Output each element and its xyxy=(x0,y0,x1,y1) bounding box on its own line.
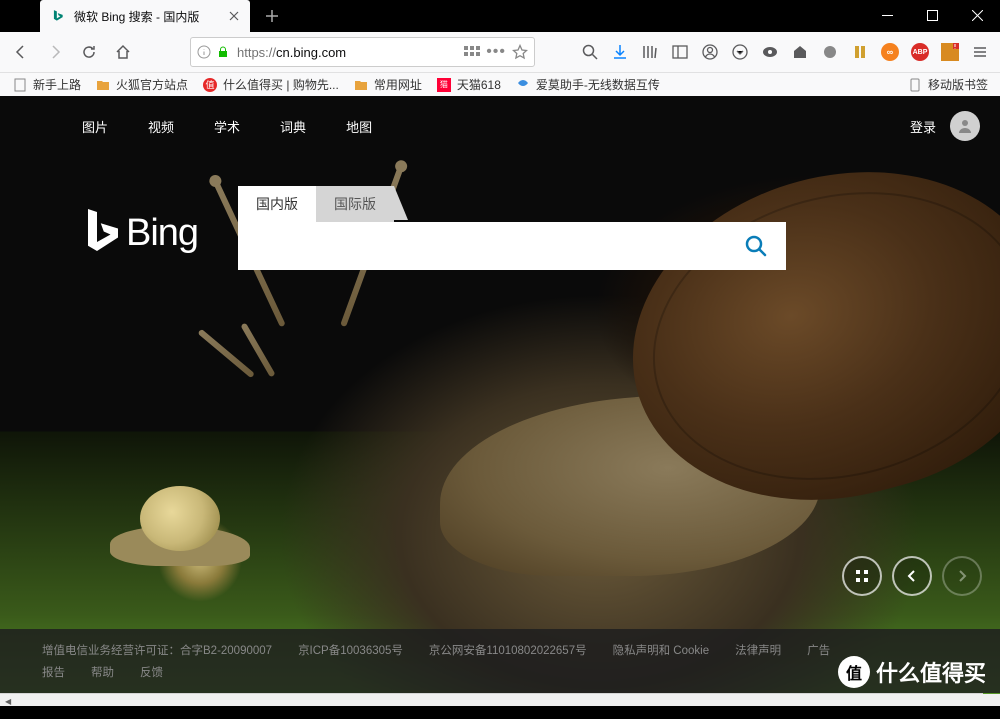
close-window-button[interactable] xyxy=(955,0,1000,30)
lock-icon xyxy=(217,46,229,58)
bookmark-star-icon[interactable] xyxy=(512,44,528,60)
footer-link[interactable]: 京ICP备10036305号 xyxy=(298,642,403,658)
reader-icon[interactable] xyxy=(464,46,480,58)
search-area: 国内版 国际版 xyxy=(238,186,786,270)
horizontal-scrollbar[interactable]: ◀ ▶ xyxy=(0,693,983,706)
page-icon xyxy=(12,77,28,93)
footer-link[interactable]: 隐私声明和 Cookie xyxy=(613,642,710,658)
page-actions-icon[interactable]: ••• xyxy=(486,43,506,61)
bookmark-item[interactable]: 值什么值得买 | 购物先... xyxy=(196,74,345,95)
bing-logo-text: Bing xyxy=(126,212,198,255)
bing-favicon xyxy=(50,8,66,24)
search-box xyxy=(238,222,786,270)
bing-logo: Bing xyxy=(82,209,198,257)
window-titlebar: 微软 Bing 搜索 - 国内版 xyxy=(0,0,1000,32)
adblock-icon[interactable]: ABP xyxy=(906,38,934,66)
forward-button[interactable] xyxy=(40,37,70,67)
bookmark-item[interactable]: 爱莫助手-无线数据互传 xyxy=(509,74,666,95)
bookmark-item[interactable]: 猫天猫618 xyxy=(430,74,507,95)
ext-icon-3[interactable] xyxy=(786,38,814,66)
tab-international[interactable]: 国际版 xyxy=(316,186,394,222)
account-icon[interactable] xyxy=(696,38,724,66)
footer-link[interactable]: 增值电信业务经营许可证：合字B2-20090007 xyxy=(42,642,272,658)
next-image-button[interactable] xyxy=(942,556,982,596)
bookmark-item[interactable]: 火狐官方站点 xyxy=(89,74,194,95)
footer-link[interactable]: 反馈 xyxy=(140,664,163,680)
new-tab-button[interactable] xyxy=(258,2,286,30)
menu-button[interactable] xyxy=(966,38,994,66)
page-controls xyxy=(842,556,982,596)
tab-title: 微软 Bing 搜索 - 国内版 xyxy=(74,8,218,25)
footer-link[interactable]: 帮助 xyxy=(91,664,114,680)
bookmarks-bar: 新手上路 火狐官方站点 值什么值得买 | 购物先... 常用网址 猫天猫618 … xyxy=(0,72,1000,96)
ext-icon-2[interactable] xyxy=(756,38,784,66)
tab-close-button[interactable] xyxy=(226,8,242,24)
search-icon[interactable] xyxy=(576,38,604,66)
search-input[interactable] xyxy=(238,222,726,270)
nav-videos[interactable]: 视频 xyxy=(148,111,192,142)
nav-dict[interactable]: 词典 xyxy=(280,111,324,142)
url-text: https://cn.bing.com xyxy=(237,45,346,60)
login-link[interactable]: 登录 xyxy=(910,117,936,136)
nav-images[interactable]: 图片 xyxy=(82,111,126,142)
watermark-badge: 值 xyxy=(838,656,870,688)
watermark: 值 什么值得买 xyxy=(838,656,986,688)
folder-icon xyxy=(95,77,111,93)
library-icon[interactable] xyxy=(636,38,664,66)
aimo-icon xyxy=(515,77,531,93)
reload-button[interactable] xyxy=(74,37,104,67)
browser-tab[interactable]: 微软 Bing 搜索 - 国内版 xyxy=(40,0,250,32)
tab-domestic[interactable]: 国内版 xyxy=(238,186,316,222)
footer-link[interactable]: 京公网安备11010802022657号 xyxy=(429,642,587,658)
mobile-icon xyxy=(907,77,923,93)
avatar-button[interactable] xyxy=(950,111,980,141)
prev-image-button[interactable] xyxy=(892,556,932,596)
home-button[interactable] xyxy=(108,37,138,67)
bing-nav: 图片 视频 学术 词典 地图 登录 xyxy=(0,106,1000,146)
ext-icon-warn[interactable] xyxy=(936,38,964,66)
smzdm-icon: 值 xyxy=(202,77,218,93)
info-icon[interactable] xyxy=(197,45,211,59)
bookmark-item[interactable]: 常用网址 xyxy=(347,74,428,95)
ext-icon-4[interactable] xyxy=(816,38,844,66)
search-button[interactable] xyxy=(726,222,786,270)
nav-maps[interactable]: 地图 xyxy=(346,111,390,142)
maximize-button[interactable] xyxy=(910,0,955,30)
ext-icon-infinity[interactable]: ∞ xyxy=(876,38,904,66)
watermark-text: 什么值得买 xyxy=(876,656,986,688)
nav-academic[interactable]: 学术 xyxy=(214,111,258,142)
url-bar[interactable]: https://cn.bing.com ••• xyxy=(190,37,535,67)
tmall-icon: 猫 xyxy=(436,77,452,93)
footer-link[interactable]: 法律声明 xyxy=(735,642,781,658)
page-content: 图片 视频 学术 词典 地图 登录 Bing 国内版 国际版 xyxy=(0,96,1000,706)
ext-icon-1[interactable] xyxy=(726,38,754,66)
minimize-button[interactable] xyxy=(865,0,910,30)
folder-icon xyxy=(353,77,369,93)
expand-button[interactable] xyxy=(842,556,882,596)
footer-link[interactable]: 广告 xyxy=(807,642,830,658)
footer-link[interactable]: 报告 xyxy=(42,664,65,680)
ext-icon-5[interactable] xyxy=(846,38,874,66)
sidebar-icon[interactable] xyxy=(666,38,694,66)
back-button[interactable] xyxy=(6,37,36,67)
browser-toolbar: https://cn.bing.com ••• ∞ ABP xyxy=(0,32,1000,72)
bookmark-item[interactable]: 新手上路 xyxy=(6,74,87,95)
bookmark-mobile[interactable]: 移动版书签 xyxy=(901,74,994,95)
download-icon[interactable] xyxy=(606,38,634,66)
